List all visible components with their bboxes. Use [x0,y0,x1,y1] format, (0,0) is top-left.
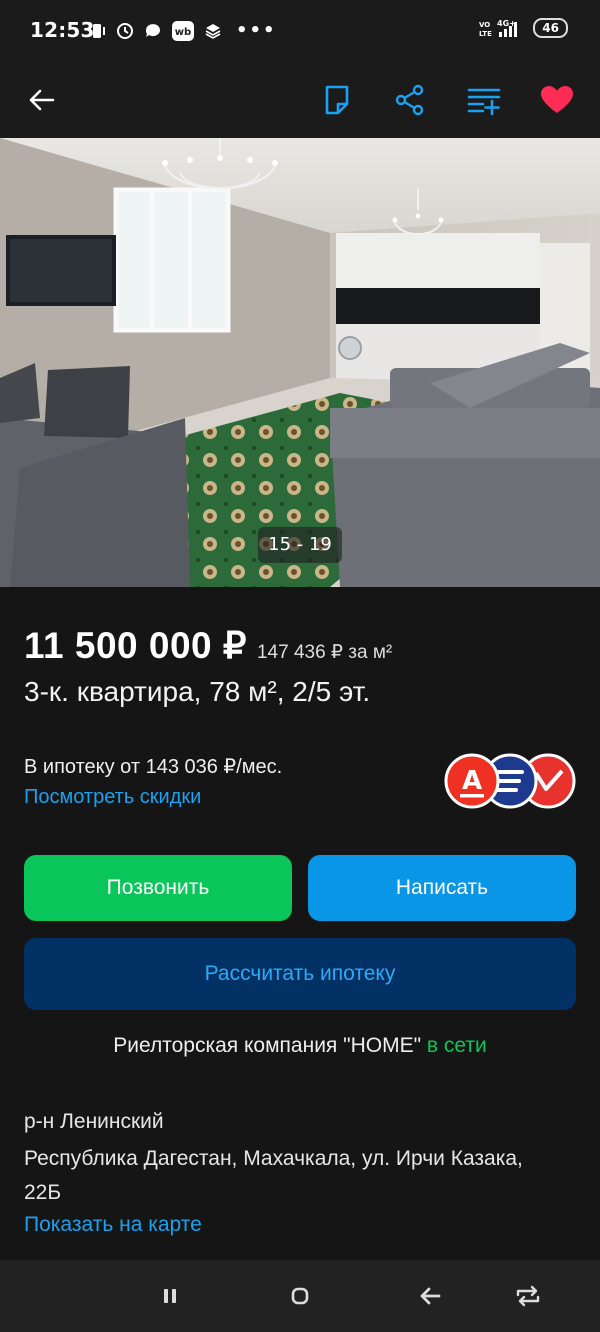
alfa-bank-logo-icon: А [444,753,500,809]
back-arrow-icon [420,1287,441,1305]
back-button[interactable] [18,76,66,124]
status-notification-icons: wb ••• [88,20,277,41]
clock-icon [117,22,133,39]
apartment-photo-image [0,138,600,587]
price-row: 11 500 000 ₽ 147 436 ₽ за м² [24,624,392,667]
home-button[interactable] [280,1278,320,1314]
photo-counter: 15 - 19 [258,527,342,563]
arrow-left-icon [29,89,55,111]
signal-icon: VO LTE 4G+ [479,19,518,38]
svg-text:wb: wb [175,27,191,38]
seller-info[interactable]: Риелторская компания "HOME" в сети [0,1034,600,1058]
district: р-н Ленинский [24,1110,164,1133]
note-button[interactable] [313,76,361,124]
note-icon [325,85,349,115]
price: 11 500 000 ₽ [24,625,247,666]
listing-title: 3-к. квартира, 78 м², 2/5 эт. [24,676,371,707]
more-notifications-icon: ••• [236,20,277,41]
mortgage-monthly-text: В ипотеку от 143 036 ₽/мес. [24,756,283,778]
recents-icon [164,1289,176,1303]
home-icon [291,1287,309,1305]
calculate-mortgage-button[interactable]: Рассчитать ипотеку [24,938,576,1010]
status-system-icons: VO LTE 4G+ 46 [479,18,568,38]
seller-name: Риелторская компания "HOME" [113,1034,422,1057]
share-icon [395,84,424,116]
favorite-button[interactable] [533,76,581,124]
battery-indicator: 46 [533,18,568,38]
vibrate-icon [89,23,105,38]
address: Республика Дагестан, Махачкала, ул. Ирчи… [24,1147,523,1204]
svg-text:А: А [462,766,482,796]
call-button[interactable]: Позвонить [24,855,292,921]
chat-icon [145,23,160,37]
layers-icon [205,23,221,39]
system-navigation-bar [0,1260,600,1332]
compare-list-icon [467,88,501,115]
back-nav-button[interactable] [410,1278,450,1314]
top-toolbar [0,62,600,138]
view-discounts-link[interactable]: Посмотреть скидки [24,786,201,809]
status-time: 12:53 [30,18,95,42]
status-bar: 12:53 wb ••• VO LTE 4G+ 46 [0,0,600,62]
rotate-button[interactable] [508,1278,548,1314]
wb-app-icon: wb [172,20,194,41]
heart-icon [541,86,573,113]
recents-button[interactable] [150,1278,190,1314]
svg-text:LTE: LTE [479,30,492,38]
listing-photo[interactable] [0,138,600,587]
compare-button[interactable] [460,76,508,124]
show-on-map-link[interactable]: Показать на карте [24,1213,202,1237]
bank-logos[interactable]: А [440,752,580,810]
svg-text:VO: VO [479,21,490,29]
rotate-icon [516,1285,540,1307]
share-button[interactable] [386,76,434,124]
price-per-m2: 147 436 ₽ за м² [256,642,393,663]
write-message-button[interactable]: Написать [308,855,576,921]
online-status: в сети [426,1034,487,1057]
svg-text:4G+: 4G+ [497,19,516,28]
